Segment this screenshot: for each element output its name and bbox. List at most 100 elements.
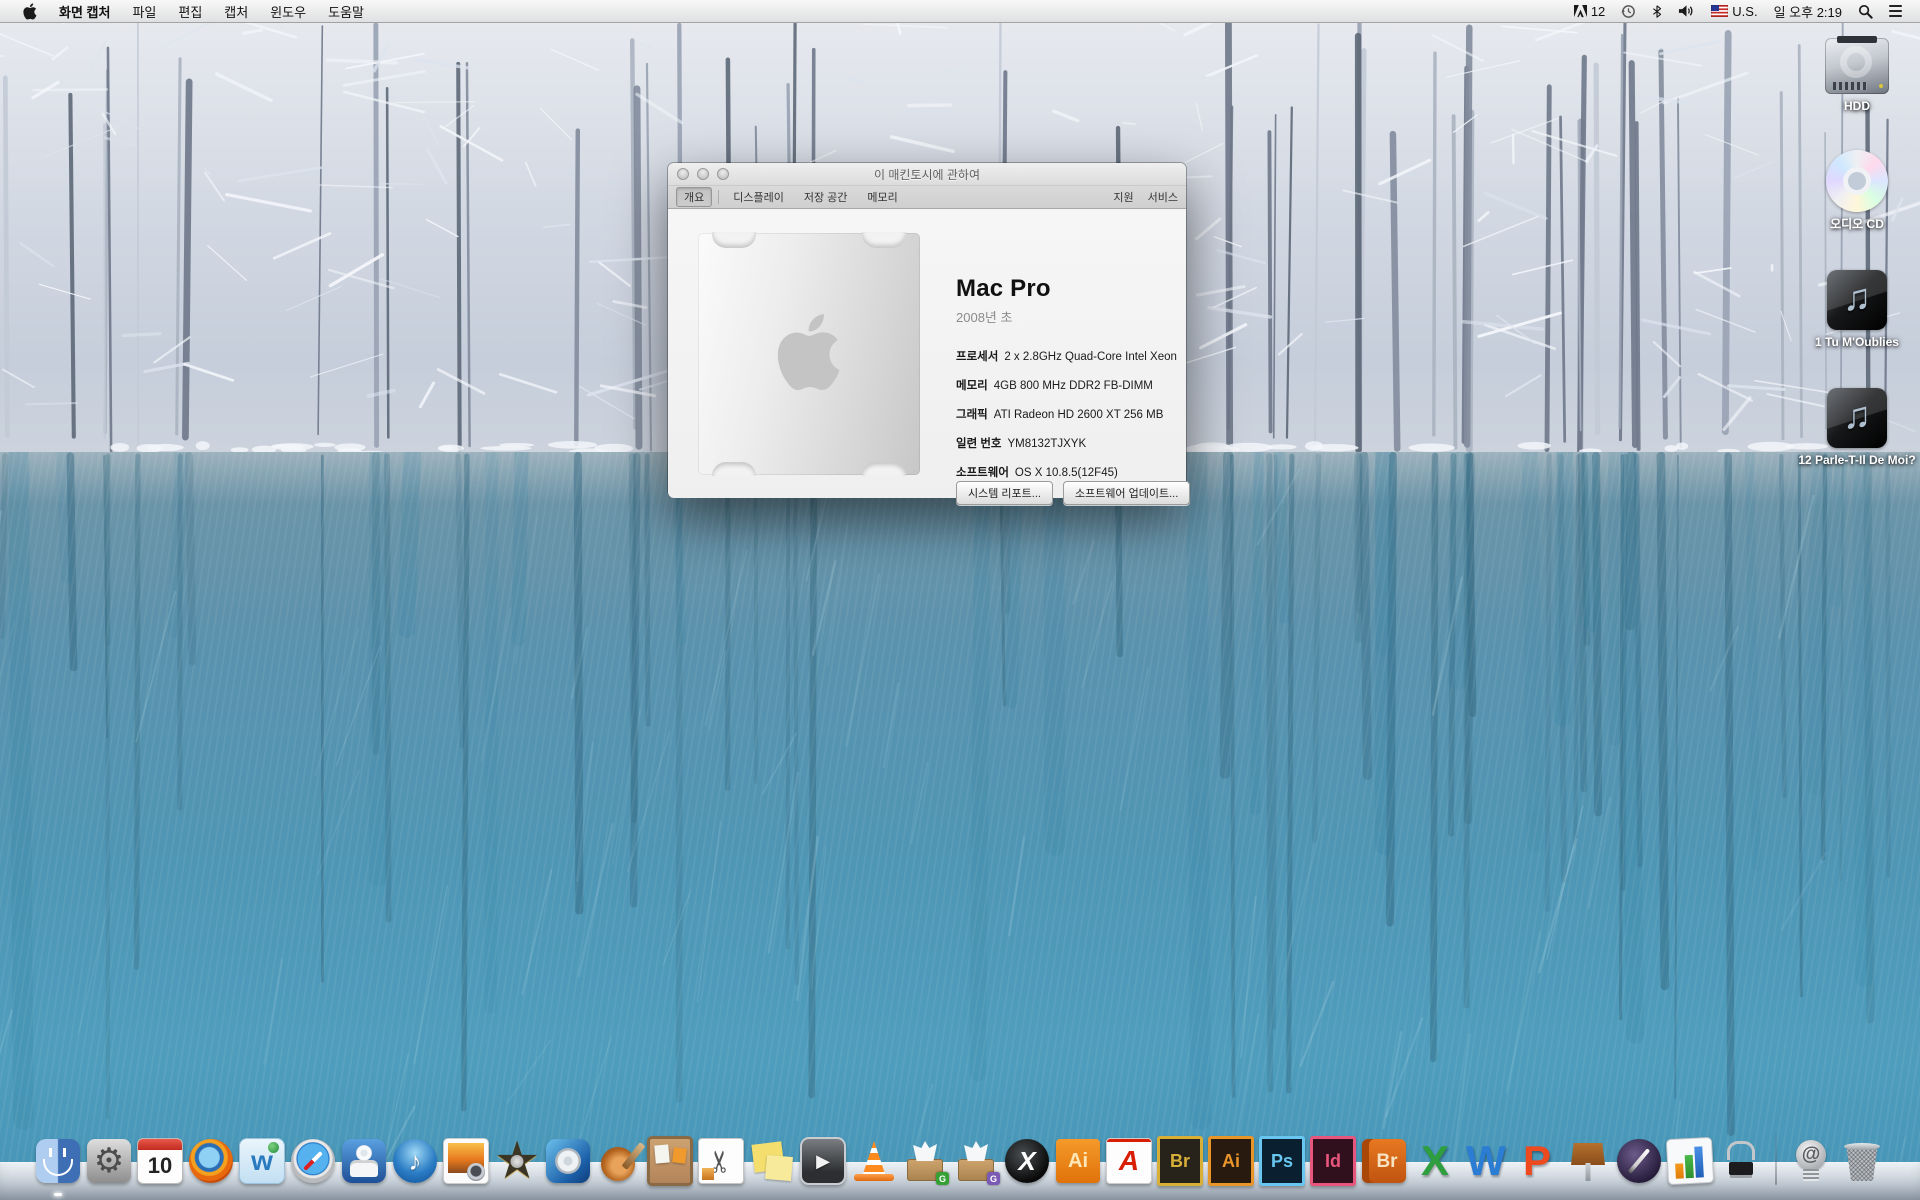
dock-media-player-icon[interactable] — [800, 1137, 846, 1185]
hdd-drive-icon — [1825, 38, 1889, 94]
dock-w-globe-app-icon[interactable]: w — [239, 1137, 285, 1185]
dock-items: 10wGGXAiABrAiPsIdBrXWP@ — [0, 1133, 1920, 1185]
close-button[interactable] — [677, 168, 689, 180]
dock: 10wGGXAiABrAiPsIdBrXWP@ — [0, 1122, 1920, 1200]
icon-letter: P — [1523, 1140, 1551, 1182]
dock-idvd-icon[interactable] — [545, 1137, 591, 1185]
bridge-cs3-app-icon: Br — [1362, 1139, 1406, 1183]
search-icon — [1858, 4, 1873, 19]
tower-foot-left — [712, 462, 756, 476]
media-player-app-icon — [800, 1137, 846, 1185]
adobe-updater-menu[interactable]: 12 — [1566, 0, 1613, 22]
app-menu-title[interactable]: 화면 캡처 — [48, 0, 121, 22]
dock-itunes-icon[interactable] — [392, 1137, 438, 1185]
illustrator-cs3-app-icon: Ai — [1056, 1139, 1100, 1183]
dock-trash-icon[interactable] — [1839, 1137, 1885, 1185]
menu-help[interactable]: 도움말 — [317, 0, 375, 22]
dock-toast-burner-icon[interactable] — [341, 1137, 387, 1185]
word-app-icon: W — [1464, 1139, 1508, 1183]
clock-menu[interactable]: 일 오후 2:19 — [1766, 0, 1850, 22]
tab-memory[interactable]: 메모리 — [859, 187, 905, 207]
notification-center-menu[interactable] — [1881, 0, 1910, 22]
toast-burner-app-icon — [342, 1139, 386, 1183]
time-machine-icon — [1621, 4, 1636, 19]
about-window-body: Mac Pro 2008년 초 프로세서2 x 2.8GHz Quad-Core… — [668, 209, 1186, 498]
dock-archive-green-icon[interactable]: G — [902, 1137, 948, 1185]
dock-garageband-icon[interactable] — [596, 1137, 642, 1185]
dock-safari-icon[interactable] — [290, 1137, 336, 1185]
music-note-file-icon — [1827, 270, 1887, 330]
desktop-icon-audio-track-12[interactable]: 12 Parle-T-Il De Moi? — [1792, 388, 1920, 468]
dock-corkboard-icon[interactable] — [647, 1137, 693, 1185]
calendar-app-icon: 10 — [137, 1138, 183, 1184]
tab-service[interactable]: 서비스 — [1148, 189, 1178, 205]
dock-finder-icon[interactable] — [35, 1137, 81, 1185]
zoom-button[interactable] — [717, 168, 729, 180]
dock-bridge-cs5-icon[interactable]: Br — [1157, 1137, 1203, 1185]
menu-edit[interactable]: 편집 — [167, 0, 213, 22]
icon-letter: Ps — [1271, 1152, 1293, 1170]
dock-iphoto-icon[interactable] — [443, 1137, 489, 1185]
stickies-app-icon — [750, 1139, 794, 1183]
tower-foot-right — [862, 462, 906, 476]
desktop-icon-label: 12 Parle-T-Il De Moi? — [1798, 453, 1915, 468]
dock-powerpoint-icon[interactable]: P — [1514, 1137, 1560, 1185]
dock-archive-purple-icon[interactable]: G — [953, 1137, 999, 1185]
dock-scissors-photo-icon[interactable] — [698, 1137, 744, 1185]
minimize-button[interactable] — [697, 168, 709, 180]
dock-word-icon[interactable]: W — [1463, 1137, 1509, 1185]
wallpaper-water — [0, 452, 1920, 1200]
desktop: 화면 캡처 파일 편집 캡처 윈도우 도움말 12 — [0, 0, 1920, 1200]
dock-vlc-icon[interactable] — [851, 1137, 897, 1185]
window-controls — [677, 168, 729, 180]
tab-overview[interactable]: 개요 — [676, 187, 712, 207]
desktop-icon-audio-track-1[interactable]: 1 Tu M'Oublies — [1792, 270, 1920, 350]
dock-photoshop-icon[interactable]: Ps — [1259, 1137, 1305, 1185]
menu-bar: 화면 캡처 파일 편집 캡처 윈도우 도움말 12 — [0, 0, 1920, 23]
dock-keynote-icon[interactable] — [1565, 1137, 1611, 1185]
volume-menu[interactable] — [1670, 0, 1703, 22]
dock-illustrator-cs5-icon[interactable]: Ai — [1208, 1137, 1254, 1185]
illustrator-cs5-app-icon: Ai — [1208, 1136, 1254, 1186]
dock-calendar-icon[interactable]: 10 — [137, 1137, 183, 1185]
apple-menu[interactable] — [12, 0, 48, 22]
menu-file[interactable]: 파일 — [121, 0, 167, 22]
desktop-icon-hdd[interactable]: HDD — [1792, 38, 1920, 114]
model-year: 2008년 초 — [956, 307, 1172, 326]
menu-window[interactable]: 윈도우 — [259, 0, 317, 22]
dock-indesign-icon[interactable]: Id — [1310, 1137, 1356, 1185]
keynote-app-icon — [1566, 1139, 1610, 1183]
dock-numbers-icon[interactable] — [1667, 1137, 1713, 1185]
system-report-button[interactable]: 시스템 리포트... — [956, 481, 1053, 505]
window-title-bar[interactable]: 이 매킨토시에 관하여 — [668, 163, 1186, 186]
dock-at-spring-icon[interactable]: @ — [1788, 1137, 1834, 1185]
tab-support[interactable]: 지원 — [1113, 189, 1133, 205]
tab-displays[interactable]: 디스플레이 — [725, 187, 792, 207]
dock-chip-calipers-icon[interactable] — [1718, 1137, 1764, 1185]
dock-firefox-icon[interactable] — [188, 1137, 234, 1185]
toolbar-right: 지원 서비스 — [1113, 189, 1178, 205]
dock-pages-icon[interactable] — [1616, 1137, 1662, 1185]
software-update-button[interactable]: 소프트웨어 업데이트... — [1063, 481, 1190, 505]
icon-letter: Id — [1325, 1152, 1341, 1170]
dock-excel-icon[interactable]: X — [1412, 1137, 1458, 1185]
icon-badge: G — [936, 1172, 949, 1185]
time-machine-menu[interactable] — [1613, 0, 1644, 22]
bluetooth-menu[interactable] — [1644, 0, 1670, 22]
dock-imovie-icon[interactable] — [494, 1137, 540, 1185]
icon-badge: G — [987, 1172, 1000, 1185]
dock-system-preferences-icon[interactable] — [86, 1137, 132, 1185]
tab-storage[interactable]: 저장 공간 — [796, 187, 856, 207]
desktop-icon-audio-cd[interactable]: 오디오 CD — [1792, 150, 1920, 232]
dock-bridge-cs3-icon[interactable]: Br — [1361, 1137, 1407, 1185]
dock-x-circle-icon[interactable]: X — [1004, 1137, 1050, 1185]
icon-letter: 10 — [148, 1155, 172, 1177]
itunes-app-icon — [393, 1139, 437, 1183]
menu-capture[interactable]: 캡처 — [213, 0, 259, 22]
spotlight-menu[interactable] — [1850, 0, 1881, 22]
input-source-menu[interactable]: U.S. — [1703, 0, 1765, 22]
dock-stickies-icon[interactable] — [749, 1137, 795, 1185]
iphoto-app-icon — [443, 1138, 489, 1184]
dock-illustrator-cs3-icon[interactable]: Ai — [1055, 1137, 1101, 1185]
dock-acrobat-icon[interactable]: A — [1106, 1137, 1152, 1185]
